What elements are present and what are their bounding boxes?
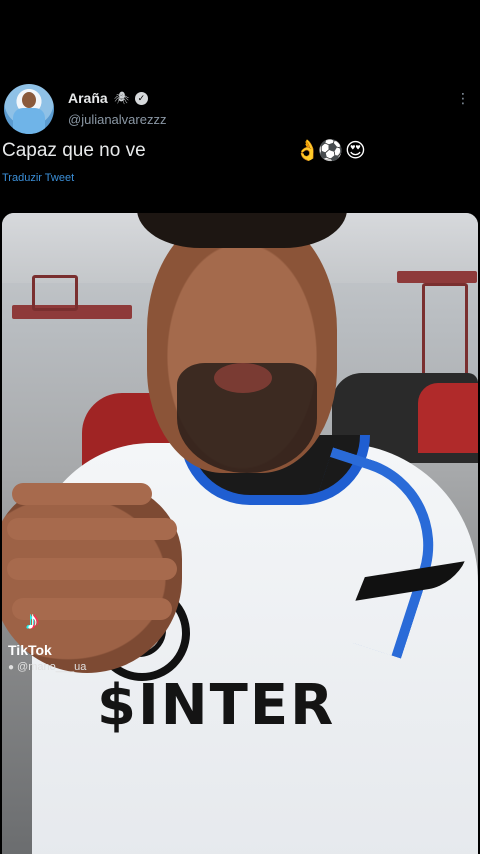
person-mouth	[214, 363, 272, 393]
jersey-sponsor-text: $INTER	[97, 673, 336, 738]
spider-icon: 🕷	[113, 91, 129, 105]
avatar-head	[22, 92, 36, 108]
verified-icon: ✓	[134, 91, 148, 105]
display-name[interactable]: Araña	[68, 90, 108, 106]
person-hair	[137, 213, 347, 248]
more-options-icon[interactable]: ⋮	[456, 90, 470, 107]
background-table	[397, 271, 477, 283]
finger	[7, 518, 177, 540]
ok-hand-emoji: 👌	[295, 140, 320, 162]
tweet-header: Araña 🕷 ✓ @julianalvarezzz ⋮ Capaz que n…	[0, 80, 480, 190]
tiktok-handle: ● @mano___ua	[8, 661, 86, 673]
background-chair	[422, 283, 468, 379]
finger	[7, 558, 177, 580]
person-icon: ●	[8, 662, 15, 673]
user-handle[interactable]: @julianalvarezzz	[68, 112, 166, 127]
soccer-ball-emoji: ⚽	[318, 140, 343, 162]
video-frame[interactable]: $INTER ♪ TikTok ● @mano___ua	[2, 213, 478, 854]
tweet-text: Capaz que no ve	[2, 140, 146, 161]
tiktok-logo-icon: ♪	[26, 605, 39, 635]
finger	[12, 483, 152, 505]
heart-eyes-emoji: 😍	[345, 140, 366, 162]
avatar-body	[13, 108, 45, 134]
tiktok-handle-text: @mano___ua	[17, 661, 87, 673]
background-chair	[32, 275, 78, 311]
translate-tweet-link[interactable]: Traduzir Tweet	[2, 172, 74, 184]
avatar[interactable]	[4, 84, 54, 134]
name-row: Araña 🕷 ✓	[68, 90, 148, 106]
tiktok-label: TikTok	[8, 642, 52, 658]
